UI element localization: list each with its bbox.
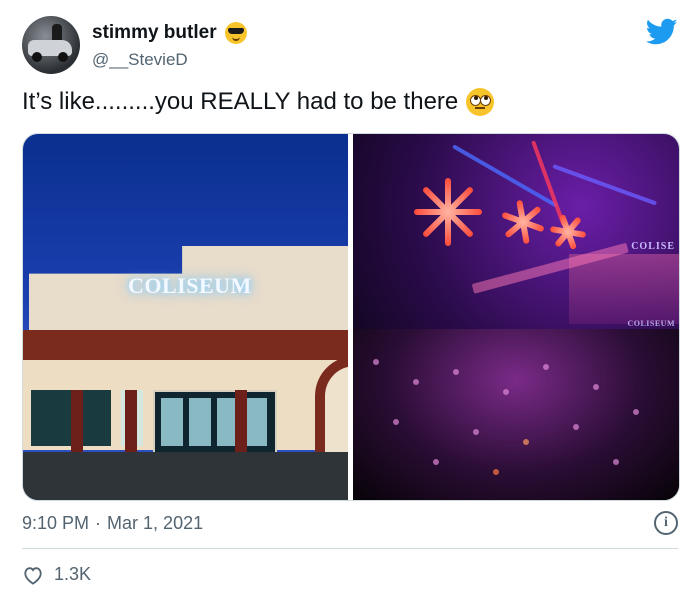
face-with-rolling-eyes-emoji [466,88,495,116]
coliseum-exterior-photo[interactable]: COLISEUM [23,134,348,500]
storefront-doors [153,390,277,454]
heart-icon[interactable] [22,565,44,585]
name-row: stimmy butler [92,22,247,44]
door-pane [189,398,211,446]
tweet-text-content: It’s like.........you REALLY had to be t… [22,88,459,115]
building-roof [23,330,348,360]
meta-separator: · [95,513,102,533]
building-column [235,390,247,454]
avatar[interactable] [22,16,80,74]
twitter-bird-icon[interactable] [646,18,678,46]
building-column [125,390,137,454]
door-pane [245,398,267,446]
tweet-media[interactable]: COLISEUM COLISE COLISEUM [22,133,680,501]
parking-lot [23,452,348,500]
divider [22,548,678,549]
coliseum-sign-top: COLISE [631,241,675,252]
coliseum-sign-bottom: COLISEUM [627,319,675,328]
tweet-text: It’s like.........you REALLY had to be t… [22,88,495,116]
light-beam [452,144,558,208]
display-name[interactable]: stimmy butler [92,22,217,44]
emoji-eye [480,95,492,106]
tweet-timestamp[interactable]: 9:10 PM · Mar 1, 2021 [22,513,203,534]
smiling-face-with-sunglasses-emoji [224,22,247,44]
stage-wall [569,254,679,324]
coliseum-sign: COLISEUM [128,273,252,298]
like-count: 1.3K [54,564,92,584]
avatar-wheel [32,52,42,62]
like-button[interactable]: 1.3K [22,564,91,585]
user-handle[interactable]: @__StevieD [92,50,188,70]
coliseum-party-photo[interactable]: COLISE COLISEUM [353,134,679,500]
info-icon[interactable]: i [654,511,678,535]
tweet-date[interactable]: Mar 1, 2021 [107,513,203,534]
tweet-time[interactable]: 9:10 PM [22,513,89,534]
crowd [353,329,679,500]
door-pane [161,398,183,446]
emoji-mouth [475,107,486,109]
avatar-wheel [58,52,68,62]
tweet-header: stimmy butler @__StevieD [22,14,682,76]
light-beam [552,164,658,206]
building-column [71,390,83,454]
